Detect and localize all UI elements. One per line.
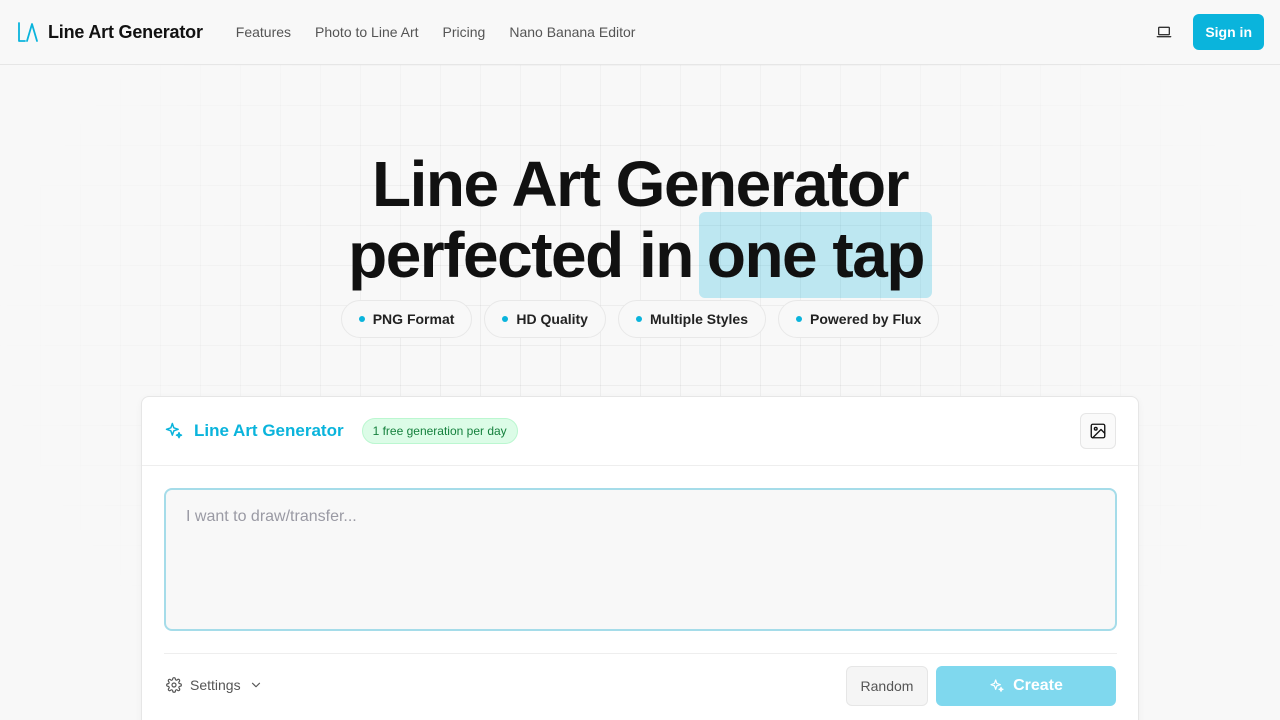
dot-icon — [358, 316, 365, 322]
free-generation-badge: 1 free generation per day — [361, 418, 518, 444]
create-label: Create — [1013, 677, 1063, 694]
pill-png-format: PNG Format — [340, 300, 473, 338]
pill-label: HD Quality — [516, 311, 588, 327]
theme-toggle-button[interactable] — [1149, 17, 1179, 47]
logo-text: Line Art Generator — [48, 21, 203, 42]
pill-powered-by-flux: Powered by Flux — [778, 300, 940, 338]
dot-icon — [635, 316, 642, 322]
hero-title-line1: Line Art Generator — [371, 148, 910, 220]
card-header: Line Art Generator 1 free generation per… — [142, 397, 1138, 466]
upload-image-button[interactable] — [1080, 413, 1116, 449]
top-navbar: Line Art Generator Features Photo to Lin… — [0, 0, 1280, 65]
laptop-icon — [1156, 26, 1172, 38]
card-title-text: Line Art Generator — [194, 421, 344, 440]
settings-label: Settings — [190, 677, 241, 693]
hero-title: Line Art Generator perfected in one tap — [0, 150, 1280, 298]
generator-card: Line Art Generator 1 free generation per… — [141, 396, 1139, 720]
nav-photo-to-line-art[interactable]: Photo to Line Art — [315, 24, 419, 40]
hero-title-highlight: one tap — [698, 212, 932, 298]
card-title: Line Art Generator — [164, 421, 344, 441]
pill-multiple-styles: Multiple Styles — [617, 300, 767, 338]
gear-icon — [166, 677, 182, 693]
pill-hd-quality: HD Quality — [484, 300, 606, 338]
sign-in-button[interactable]: Sign in — [1193, 14, 1264, 50]
dot-icon — [796, 316, 803, 322]
pill-label: PNG Format — [372, 311, 455, 327]
main-nav: Features Photo to Line Art Pricing Nano … — [236, 24, 636, 40]
nav-nano-banana-editor[interactable]: Nano Banana Editor — [509, 24, 635, 40]
line-art-logo-icon — [18, 22, 38, 42]
sparkles-icon — [990, 679, 1004, 692]
random-button[interactable]: Random — [846, 666, 928, 706]
feature-pills: PNG Format HD Quality Multiple Styles Po… — [0, 300, 1280, 338]
dot-icon — [502, 316, 509, 322]
image-icon — [1090, 423, 1106, 439]
prompt-input[interactable] — [164, 488, 1117, 631]
divider — [164, 653, 1117, 654]
create-button[interactable]: Create — [936, 666, 1116, 706]
nav-features[interactable]: Features — [236, 24, 291, 40]
hero-title-line2: perfected in — [348, 219, 694, 291]
hero: Line Art Generator perfected in one tap P… — [0, 150, 1280, 338]
sparkles-icon — [165, 422, 183, 439]
nav-pricing[interactable]: Pricing — [443, 24, 486, 40]
settings-dropdown[interactable]: Settings — [166, 673, 263, 697]
pill-label: Powered by Flux — [810, 311, 922, 327]
pill-label: Multiple Styles — [649, 311, 749, 327]
chevron-down-icon — [251, 682, 260, 688]
logo[interactable]: Line Art Generator — [16, 20, 203, 44]
